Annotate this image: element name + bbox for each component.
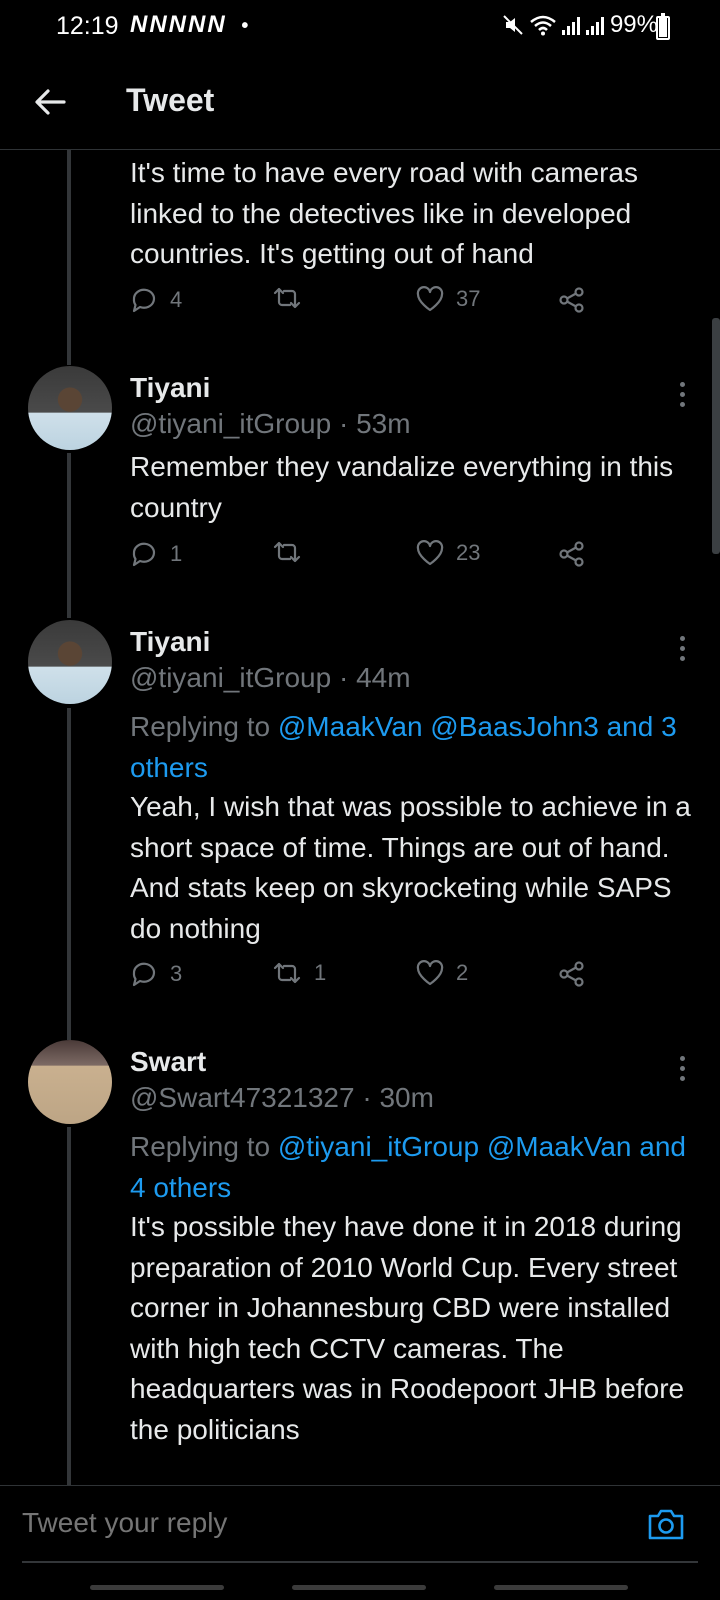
tweet-time: · 53m (338, 408, 411, 439)
more-icon (679, 636, 685, 661)
reply-icon (132, 288, 156, 313)
retweet-count: 1 (314, 960, 327, 985)
avatar[interactable] (28, 620, 112, 704)
tweet-meta: @Swart47321327 · 30m (130, 1082, 434, 1114)
retweet-button[interactable] (272, 286, 314, 310)
author-name[interactable]: Swart (130, 1046, 206, 1078)
thread-line (67, 1127, 71, 1485)
retweet-button[interactable]: 1 (272, 960, 326, 986)
thread-line (67, 708, 71, 1040)
share-button[interactable] (558, 960, 586, 988)
tweet-text: Yeah, I wish that was possible to achiev… (130, 791, 691, 944)
tweet-meta: @tiyani_itGroup · 53m (130, 408, 411, 440)
heart-icon (416, 960, 444, 986)
tweet-text: It's possible they have done it in 2018 … (130, 1211, 685, 1445)
heart-icon (416, 286, 444, 312)
notification-dot: • (241, 15, 251, 37)
thread-line (67, 453, 71, 618)
more-button[interactable] (678, 1056, 686, 1081)
wifi-icon (530, 15, 556, 36)
share-button[interactable] (558, 540, 586, 568)
signal-icon-1 (561, 15, 580, 35)
nav-recents-button[interactable] (90, 1585, 224, 1590)
page-title: Tweet (126, 82, 215, 118)
like-button[interactable]: 37 (416, 286, 480, 312)
scrollbar[interactable] (712, 318, 720, 554)
like-count: 23 (456, 540, 481, 565)
conversation-thread[interactable]: It's time to have every road with camera… (0, 150, 720, 1485)
mute-icon (503, 15, 523, 35)
notification-icons-text: NNNNN (130, 11, 227, 38)
back-button[interactable] (30, 82, 70, 122)
like-button[interactable]: 2 (416, 960, 468, 986)
retweet-icon (273, 962, 301, 984)
more-icon (679, 1056, 685, 1081)
arrow-left-icon (35, 89, 66, 115)
share-button[interactable] (558, 286, 586, 314)
reply-icon (132, 962, 156, 987)
author-handle: @tiyani_itGroup (130, 662, 332, 693)
reply-count: 1 (170, 541, 183, 566)
nav-home-button[interactable] (292, 1585, 426, 1590)
more-button[interactable] (678, 382, 686, 407)
tweet-page: 12:19 NNNNN • 99% Tweet It's time to hav… (0, 0, 720, 1600)
status-bar: 12:19 NNNNN • 99% (0, 0, 720, 54)
reply-count: 4 (170, 287, 183, 312)
share-icon (559, 961, 584, 987)
replying-prefix: Replying to (130, 1131, 278, 1162)
reply-composer (0, 1485, 720, 1563)
tweet-time: · 30m (362, 1082, 434, 1113)
notification-icons: NNNNN • (130, 11, 250, 39)
tweet-text: Remember they vandalize everything in th… (130, 451, 674, 523)
like-count: 37 (456, 286, 481, 311)
reply-button[interactable]: 3 (130, 960, 182, 988)
tweet-meta: @tiyani_itGroup · 44m (130, 662, 411, 694)
reply-button[interactable]: 1 (130, 540, 182, 568)
tweet-actions: 3 1 2 (130, 960, 600, 996)
signal-icon-2 (585, 15, 604, 35)
share-icon (559, 541, 584, 567)
retweet-icon (273, 541, 301, 563)
tweet-actions: 4 37 (130, 286, 600, 322)
retweet-button[interactable] (272, 540, 314, 564)
like-button[interactable]: 23 (416, 540, 480, 566)
author-name[interactable]: Tiyani (130, 626, 210, 658)
heart-icon (416, 540, 444, 566)
reply-count: 3 (170, 961, 183, 986)
battery-icon (656, 13, 670, 40)
author-name[interactable]: Tiyani (130, 372, 210, 404)
tweet-text: It's time to have every road with camera… (130, 157, 638, 269)
more-button[interactable] (678, 636, 686, 661)
thread-line (67, 150, 71, 365)
replying-prefix: Replying to (130, 711, 278, 742)
system-nav-bar (0, 1563, 720, 1600)
tweet-time: · 44m (338, 662, 411, 693)
battery-percent: 99% (609, 11, 658, 38)
tweet-actions: 1 23 (130, 540, 600, 576)
reply-button[interactable]: 4 (130, 286, 182, 314)
share-icon (559, 287, 584, 313)
status-right: 99% (502, 11, 658, 39)
camera-button[interactable] (646, 1506, 686, 1542)
retweet-icon (273, 287, 301, 309)
avatar[interactable] (28, 366, 112, 450)
author-handle: @tiyani_itGroup (130, 408, 332, 439)
top-app-bar: Tweet (0, 54, 720, 150)
nav-back-button[interactable] (494, 1585, 628, 1590)
reply-icon (132, 542, 156, 567)
replying-to: Replying to @MaakVan @BaasJohn3 and 3 ot… (130, 707, 700, 788)
status-time: 12:19 (56, 12, 119, 40)
author-handle: @Swart47321327 (130, 1082, 355, 1113)
avatar[interactable] (28, 1040, 112, 1124)
more-icon (679, 382, 685, 407)
camera-icon (648, 1509, 684, 1540)
like-count: 2 (456, 960, 469, 985)
reply-input[interactable] (22, 1498, 622, 1548)
replying-to: Replying to @tiyani_itGroup @MaakVan and… (130, 1127, 700, 1208)
